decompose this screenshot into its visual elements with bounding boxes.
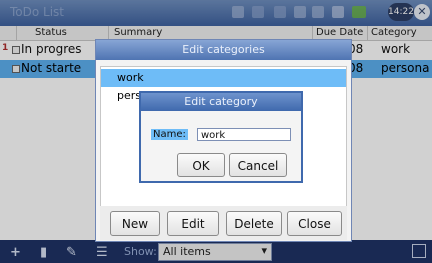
- dialog-title: Edit category: [141, 93, 301, 111]
- cancel-button[interactable]: Cancel: [229, 153, 287, 177]
- name-field[interactable]: work: [197, 128, 291, 141]
- edit-category-dialog: Edit category Name: work OK Cancel: [139, 91, 303, 183]
- edit-button[interactable]: Edit: [167, 211, 219, 236]
- close-button[interactable]: Close: [287, 211, 342, 236]
- name-label: Name:: [151, 129, 188, 140]
- dialog-title: Edit categories: [96, 40, 351, 60]
- list-item[interactable]: work: [101, 69, 346, 87]
- button-row: New Edit Delete Close: [100, 206, 347, 240]
- ok-button[interactable]: OK: [177, 153, 225, 177]
- new-button[interactable]: New: [110, 211, 160, 236]
- delete-button[interactable]: Delete: [226, 211, 282, 236]
